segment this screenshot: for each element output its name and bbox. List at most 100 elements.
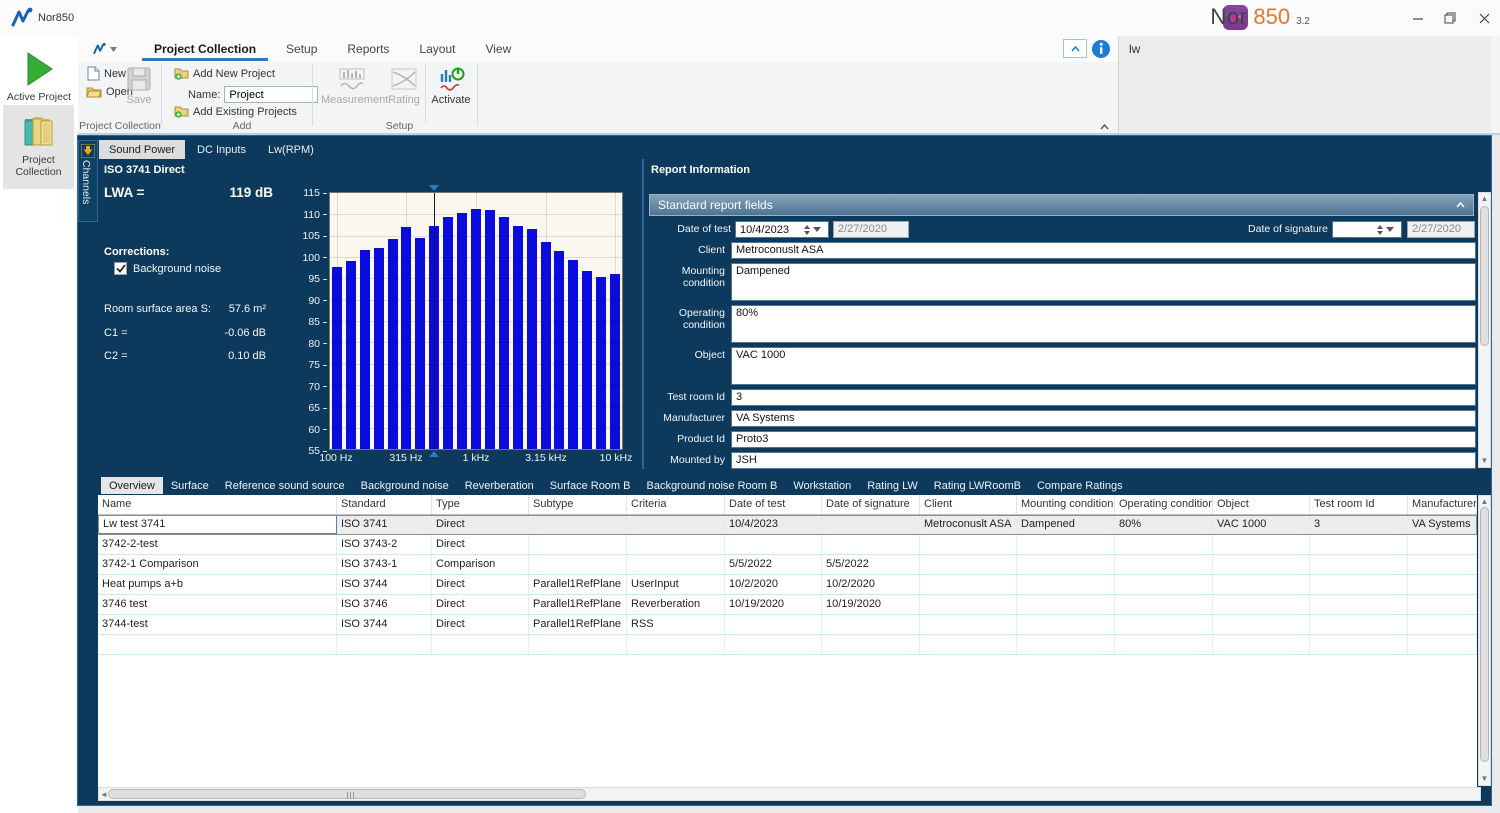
save-button[interactable]: Save	[122, 64, 156, 106]
collapse-section-icon[interactable]	[1456, 200, 1465, 211]
sidebar-item-active-project[interactable]: Active Project	[4, 50, 74, 103]
bar-1-6-khz[interactable]	[499, 217, 509, 449]
tab-reference-sound-source[interactable]: Reference sound source	[217, 477, 353, 494]
rating-button[interactable]: Rating	[384, 64, 424, 106]
field-input-client[interactable]: Metroconuslt ASA	[731, 242, 1476, 259]
ribbon-tab-view[interactable]: View	[470, 36, 526, 62]
bar-630-hz[interactable]	[443, 217, 453, 449]
ribbon-collapse-button[interactable]	[1063, 39, 1087, 58]
bar-3-15-khz[interactable]	[541, 242, 551, 449]
ribbon-tab-project-collection[interactable]: Project Collection	[139, 36, 271, 62]
column-header-object[interactable]: Object	[1213, 495, 1310, 514]
info-icon[interactable]	[1091, 39, 1111, 59]
field-input-product-id[interactable]: Proto3	[731, 431, 1476, 448]
column-header-standard[interactable]: Standard	[337, 495, 432, 514]
project-name-input[interactable]	[224, 86, 318, 103]
bar-1-khz[interactable]	[471, 209, 481, 449]
ribbon-tab-setup[interactable]: Setup	[271, 36, 332, 62]
column-header-manufacturer[interactable]: Manufacturer	[1408, 495, 1477, 514]
date-spinner[interactable]	[1377, 225, 1383, 235]
table-row[interactable]: 3742-2-testISO 3743-2Direct	[98, 535, 1477, 555]
chart-cursor-top-marker[interactable]	[429, 185, 439, 191]
bar-1-25-khz[interactable]	[485, 210, 495, 449]
ribbon-tab-layout[interactable]: Layout	[404, 36, 470, 62]
field-input-manufacturer[interactable]: VA Systems	[731, 410, 1476, 427]
bar-160-hz[interactable]	[360, 250, 370, 449]
column-header-criteria[interactable]: Criteria	[627, 495, 725, 514]
field-input-object[interactable]: VAC 1000	[731, 347, 1476, 385]
table-row[interactable]: 3742-1 ComparisonISO 3743-1Comparison5/5…	[98, 555, 1477, 575]
date-of-test-input[interactable]: 10/4/2023	[735, 221, 829, 238]
activate-button[interactable]: Activate	[428, 64, 474, 106]
bar-10-khz[interactable]	[610, 274, 620, 449]
bar-2-5-khz[interactable]	[527, 229, 537, 449]
bar-2-khz[interactable]	[513, 226, 523, 449]
table-horizontal-scrollbar[interactable]: ◄	[98, 787, 1481, 801]
app-menu-button[interactable]	[88, 41, 121, 57]
table-row[interactable]: Lw test 3741ISO 3741Direct10/4/2023Metro…	[98, 515, 1477, 535]
field-input-mounted-by[interactable]: JSH	[731, 452, 1476, 469]
minimize-button[interactable]	[1408, 8, 1428, 28]
ribbon-minimize-chevron[interactable]	[1100, 122, 1109, 132]
tab-lw-rpm[interactable]: Lw(RPM)	[258, 140, 324, 159]
column-header-client[interactable]: Client	[920, 495, 1017, 514]
bar-125-hz[interactable]	[346, 261, 356, 449]
date-spinner[interactable]	[804, 225, 810, 235]
column-header-date-of-test[interactable]: Date of test	[725, 495, 822, 514]
bar-250-hz[interactable]	[388, 239, 398, 449]
chart-plot-area[interactable]	[329, 192, 623, 450]
column-header-mounting-condition[interactable]: Mounting condition	[1017, 495, 1115, 514]
chart-cursor[interactable]	[434, 193, 435, 449]
bar-100-hz[interactable]	[332, 267, 342, 449]
field-input-test-room-id[interactable]: 3	[731, 389, 1476, 406]
bar-6-3-khz[interactable]	[582, 271, 592, 449]
tab-dc-inputs[interactable]: DC Inputs	[187, 140, 256, 159]
field-input-operating-condition[interactable]: 80%	[731, 305, 1476, 343]
bar-8-khz[interactable]	[596, 277, 606, 449]
column-header-date-of-signature[interactable]: Date of signature	[822, 495, 920, 514]
tab-surface-room-b[interactable]: Surface Room B	[542, 477, 639, 494]
tab-rating-lw[interactable]: Rating LW	[859, 477, 926, 494]
background-noise-checkbox[interactable]	[114, 262, 127, 275]
tab-workstation[interactable]: Workstation	[785, 477, 859, 494]
field-input-mounting-condition[interactable]: Dampened	[731, 263, 1476, 301]
standard-report-fields-header[interactable]: Standard report fields	[649, 194, 1474, 216]
report-scrollbar[interactable]: ▲ ▼	[1478, 192, 1491, 468]
date-dropdown-icon[interactable]	[1386, 227, 1394, 232]
add-existing-projects-button[interactable]: Add Existing Projects	[171, 104, 300, 119]
bar-800-hz[interactable]	[457, 213, 467, 449]
tab-rating-lwroomb[interactable]: Rating LWRoomB	[926, 477, 1029, 494]
column-header-name[interactable]: Name	[98, 495, 337, 514]
add-new-project-button[interactable]: Add New Project	[171, 66, 278, 81]
notes-panel[interactable]: lw	[1119, 36, 1491, 132]
column-header-type[interactable]: Type	[432, 495, 529, 514]
table-row[interactable]: Heat pumps a+bISO 3744DirectParallel1Ref…	[98, 575, 1477, 595]
bar-200-hz[interactable]	[374, 248, 384, 449]
tab-overview[interactable]: Overview	[101, 477, 163, 494]
channels-tab-label[interactable]: Channels	[80, 160, 92, 204]
measurement-button[interactable]: Measurement	[321, 64, 383, 106]
date-of-signature-input[interactable]	[1332, 221, 1402, 238]
bar-5-khz[interactable]	[568, 260, 578, 449]
table-vertical-scrollbar[interactable]: ▲ ▼	[1478, 495, 1491, 786]
tab-surface[interactable]: Surface	[163, 477, 217, 494]
tab-background-noise[interactable]: Background noise	[353, 477, 457, 494]
bar-315-hz[interactable]	[401, 227, 411, 449]
tab-compare-ratings[interactable]: Compare Ratings	[1029, 477, 1131, 494]
tab-sound-power[interactable]: Sound Power	[99, 140, 185, 159]
tab-background-noise-room-b[interactable]: Background noise Room B	[638, 477, 785, 494]
sidebar-item-project-collection[interactable]: Project Collection	[3, 105, 74, 189]
column-header-subtype[interactable]: Subtype	[529, 495, 627, 514]
tab-reverberation[interactable]: Reverberation	[457, 477, 542, 494]
bar-400-hz[interactable]	[415, 238, 425, 449]
column-header-test-room-id[interactable]: Test room Id	[1310, 495, 1408, 514]
ribbon-tab-reports[interactable]: Reports	[332, 36, 404, 62]
table-cell	[1115, 555, 1213, 574]
bar-4-khz[interactable]	[554, 251, 564, 449]
table-row[interactable]: 3746 testISO 3746DirectParallel1RefPlane…	[98, 595, 1477, 615]
table-row[interactable]: 3744-testISO 3744DirectParallel1RefPlane…	[98, 615, 1477, 635]
close-button[interactable]	[1474, 8, 1494, 28]
maximize-button[interactable]	[1440, 8, 1460, 28]
date-dropdown-icon[interactable]	[813, 227, 821, 232]
column-header-operating-condition[interactable]: Operating condition	[1115, 495, 1213, 514]
